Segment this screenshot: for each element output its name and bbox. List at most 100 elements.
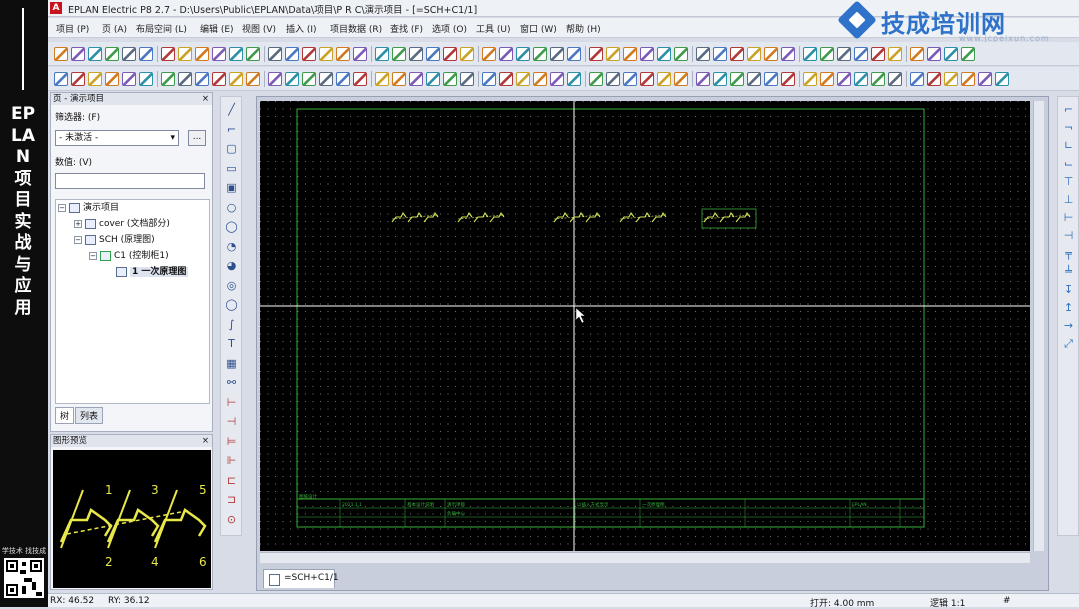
toolbar-tool-icon[interactable] bbox=[319, 47, 333, 61]
symbol-tool-icon[interactable] bbox=[268, 72, 282, 86]
symbol-tool-icon[interactable] bbox=[88, 72, 102, 86]
toolbar-tool-icon[interactable] bbox=[640, 47, 654, 61]
toolbar-tool-icon[interactable] bbox=[105, 47, 119, 61]
symbol-tool-icon[interactable] bbox=[516, 72, 530, 86]
toolbar-tool-icon[interactable] bbox=[392, 47, 406, 61]
drawing-tool-icon[interactable]: ∫ bbox=[225, 318, 238, 331]
connection-symbol-icon[interactable]: ↥ bbox=[1062, 301, 1075, 314]
connection-symbol-icon[interactable]: ⊥ bbox=[1062, 193, 1075, 206]
tree-item-cover[interactable]: + cover (文档部分) bbox=[74, 217, 170, 231]
toolbar-tool-icon[interactable] bbox=[927, 47, 941, 61]
symbol-tool-icon[interactable] bbox=[944, 72, 958, 86]
toolbar-tool-icon[interactable] bbox=[268, 47, 282, 61]
symbol-tool-icon[interactable] bbox=[122, 72, 136, 86]
drawing-tool-icon[interactable]: ⊩ bbox=[225, 454, 238, 467]
symbol-tool-icon[interactable] bbox=[803, 72, 817, 86]
tree-item-cabinet[interactable]: − C1 (控制柜1) bbox=[89, 249, 169, 263]
symbol-tool-icon[interactable] bbox=[375, 72, 389, 86]
drawing-tool-icon[interactable]: ○ bbox=[225, 201, 238, 214]
drawing-tool-icon[interactable]: ⊨ bbox=[225, 435, 238, 448]
drawing-tool-icon[interactable]: ▭ bbox=[225, 162, 238, 175]
drawing-tool-icon[interactable]: ◎ bbox=[225, 279, 238, 292]
symbol-tool-icon[interactable] bbox=[550, 72, 564, 86]
toolbar-tool-icon[interactable] bbox=[302, 47, 316, 61]
toolbar-tool-icon[interactable] bbox=[871, 47, 885, 61]
symbol-tool-icon[interactable] bbox=[460, 72, 474, 86]
connection-symbol-icon[interactable]: ⊢ bbox=[1062, 211, 1075, 224]
toolbar-tool-icon[interactable] bbox=[499, 47, 513, 61]
symbol-tool-icon[interactable] bbox=[246, 72, 260, 86]
toolbar-tool-icon[interactable] bbox=[567, 47, 581, 61]
menu-layout-space[interactable]: 布局空间 (L) bbox=[136, 22, 187, 35]
symbol-tool-icon[interactable] bbox=[657, 72, 671, 86]
menu-options[interactable]: 选项 (O) bbox=[432, 22, 467, 35]
toolbar-tool-icon[interactable] bbox=[713, 47, 727, 61]
connection-symbol-icon[interactable]: ╤ bbox=[1062, 247, 1075, 260]
drawing-tool-icon[interactable]: T bbox=[225, 337, 238, 350]
connection-symbol-icon[interactable]: ∟ bbox=[1062, 139, 1075, 152]
symbol-tool-icon[interactable] bbox=[392, 72, 406, 86]
symbol-tool-icon[interactable] bbox=[978, 72, 992, 86]
toolbar-tool-icon[interactable] bbox=[910, 47, 924, 61]
drawing-tool-icon[interactable]: ▦ bbox=[225, 357, 238, 370]
toolbar-tool-icon[interactable] bbox=[88, 47, 102, 61]
toolbar-tool-icon[interactable] bbox=[336, 47, 350, 61]
drawing-tool-icon[interactable]: ⊣ bbox=[225, 415, 238, 428]
toolbar-tool-icon[interactable] bbox=[730, 47, 744, 61]
toolbar-tool-icon[interactable] bbox=[657, 47, 671, 61]
symbol-tool-icon[interactable] bbox=[105, 72, 119, 86]
connection-symbol-icon[interactable]: ¬ bbox=[1062, 121, 1075, 134]
toolbar-tool-icon[interactable] bbox=[161, 47, 175, 61]
drawing-tool-icon[interactable]: ◔ bbox=[225, 240, 238, 253]
toolbar-tool-icon[interactable] bbox=[854, 47, 868, 61]
symbol-tool-icon[interactable] bbox=[837, 72, 851, 86]
drawing-tool-icon[interactable]: ⊏ bbox=[225, 474, 238, 487]
symbol-tool-icon[interactable] bbox=[623, 72, 637, 86]
symbol-tool-icon[interactable] bbox=[820, 72, 834, 86]
value-input[interactable] bbox=[55, 173, 205, 189]
toolbar-tool-icon[interactable] bbox=[944, 47, 958, 61]
toolbar-tool-icon[interactable] bbox=[803, 47, 817, 61]
drawing-tool-icon[interactable]: ⊢ bbox=[225, 396, 238, 409]
symbol-tool-icon[interactable] bbox=[426, 72, 440, 86]
menu-page[interactable]: 页 (A) bbox=[102, 22, 127, 35]
symbol-tool-icon[interactable] bbox=[747, 72, 761, 86]
collapse-icon[interactable]: − bbox=[74, 235, 82, 244]
toolbar-tool-icon[interactable] bbox=[426, 47, 440, 61]
menu-project-data[interactable]: 项目数据 (R) bbox=[330, 22, 382, 35]
symbol-tool-icon[interactable] bbox=[961, 72, 975, 86]
toolbar-tool-icon[interactable] bbox=[353, 47, 367, 61]
symbol-tool-icon[interactable] bbox=[336, 72, 350, 86]
symbol-tool-icon[interactable] bbox=[533, 72, 547, 86]
toolbar-tool-icon[interactable] bbox=[122, 47, 136, 61]
drawing-tool-icon[interactable]: ⚯ bbox=[225, 376, 238, 389]
toolbar-tool-icon[interactable] bbox=[212, 47, 226, 61]
toolbar-tool-icon[interactable] bbox=[139, 47, 153, 61]
symbol-tool-icon[interactable] bbox=[640, 72, 654, 86]
symbol-tool-icon[interactable] bbox=[319, 72, 333, 86]
toolbar-tool-icon[interactable] bbox=[482, 47, 496, 61]
toolbar-tool-icon[interactable] bbox=[674, 47, 688, 61]
connection-symbol-icon[interactable]: ↧ bbox=[1062, 283, 1075, 296]
menu-edit[interactable]: 编辑 (E) bbox=[200, 22, 234, 35]
symbol-tool-icon[interactable] bbox=[854, 72, 868, 86]
close-icon[interactable]: × bbox=[202, 435, 209, 447]
symbol-tool-icon[interactable] bbox=[995, 72, 1009, 86]
symbol-tool-icon[interactable] bbox=[161, 72, 175, 86]
toolbar-tool-icon[interactable] bbox=[961, 47, 975, 61]
menu-help[interactable]: 帮助 (H) bbox=[566, 22, 601, 35]
toolbar-tool-icon[interactable] bbox=[764, 47, 778, 61]
connection-symbol-icon[interactable]: ⌐ bbox=[1062, 103, 1075, 116]
toolbar-tool-icon[interactable] bbox=[888, 47, 902, 61]
collapse-icon[interactable]: − bbox=[58, 203, 66, 212]
tab-tree[interactable]: 树 bbox=[55, 407, 75, 424]
connection-symbol-icon[interactable]: ⊣ bbox=[1062, 229, 1075, 242]
symbol-tool-icon[interactable] bbox=[54, 72, 68, 86]
menu-project[interactable]: 项目 (P) bbox=[56, 22, 89, 35]
horizontal-scrollbar[interactable] bbox=[260, 552, 1030, 563]
symbol-tool-icon[interactable] bbox=[409, 72, 423, 86]
expand-icon[interactable]: + bbox=[74, 219, 82, 228]
drawing-tool-icon[interactable]: ⊙ bbox=[225, 513, 238, 526]
symbol-tool-icon[interactable] bbox=[285, 72, 299, 86]
toolbar-tool-icon[interactable] bbox=[533, 47, 547, 61]
